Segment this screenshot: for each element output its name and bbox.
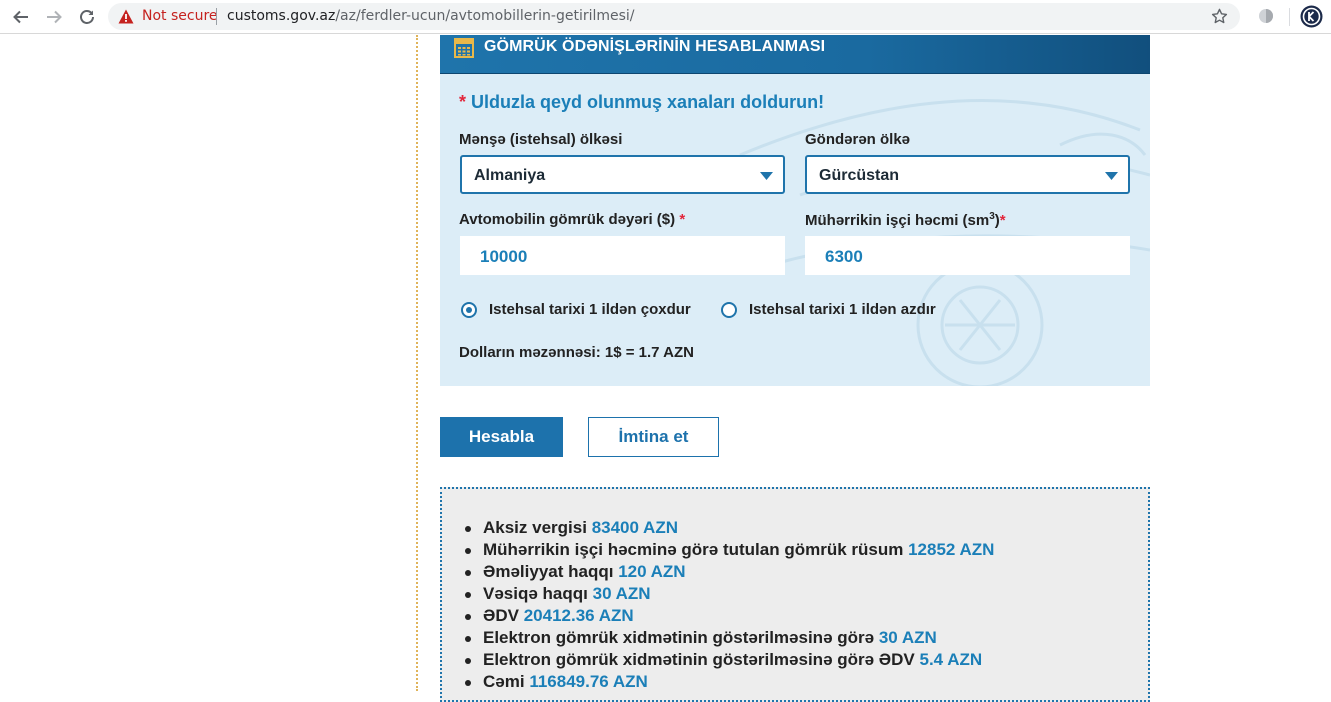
result-item: Vəsiqə haqqı 30 AZN [461, 583, 994, 605]
result-item: Elektron gömrük xidmətinin göstərilməsin… [461, 627, 994, 649]
result-label: Elektron gömrük xidmətinin göstərilməsin… [483, 650, 915, 669]
customs-value-label-text: Avtomobilin gömrük dəyəri ($) [459, 211, 676, 228]
customs-value-label: Avtomobilin gömrük dəyəri ($) * [459, 211, 685, 228]
sender-country-label: Göndərən ölkə [805, 131, 911, 148]
result-amount: 83400 AZN [591, 518, 678, 537]
result-label: ƏDV [483, 606, 519, 625]
bullet-icon [465, 680, 471, 686]
result-label: Aksiz vergisi [483, 518, 587, 537]
sender-country-select[interactable]: Gürcüstan [805, 155, 1130, 194]
panel-header: GÖMRÜK ÖDƏNİŞLƏRİNİN HESABLANMASI [440, 35, 1150, 74]
url-path: /az/ferdler-ucun/avtomobillerin-getirilm… [335, 8, 635, 24]
back-icon[interactable] [9, 5, 33, 29]
profile-avatar-icon[interactable] [1300, 5, 1323, 28]
toolbar-divider [1289, 8, 1290, 26]
result-item: Əməliyyat haqqı 120 AZN [461, 561, 994, 583]
url-divider [216, 8, 217, 25]
result-amount: 20412.36 AZN [523, 606, 634, 625]
chevron-down-icon [1105, 172, 1118, 180]
bookmark-star-icon[interactable] [1211, 8, 1228, 25]
radio-older-than-year-label[interactable]: Istehsal tarixi 1 ildən çoxdur [489, 301, 691, 318]
results-list: Aksiz vergisi 83400 AZN Mühərrikin işçi … [461, 517, 994, 693]
url-text[interactable]: customs.gov.az/az/ferdler-ucun/avtomobil… [227, 8, 635, 24]
calculator-icon [454, 38, 474, 58]
calculate-button[interactable]: Hesabla [440, 417, 563, 457]
bullet-icon [465, 658, 471, 664]
result-amount: 30 AZN [878, 628, 937, 647]
not-secure-label[interactable]: Not secure [142, 8, 218, 24]
extension-icon[interactable] [1258, 8, 1274, 24]
engine-volume-input-value: 6300 [825, 247, 863, 266]
result-amount: 30 AZN [592, 584, 651, 603]
result-amount: 5.4 AZN [919, 650, 983, 669]
result-label: Elektron gömrük xidmətinin göstərilməsin… [483, 628, 875, 647]
engine-volume-input[interactable]: 6300 [805, 236, 1130, 275]
required-note-text: Ulduzla qeyd olunmuş xanaları doldurun! [471, 92, 825, 112]
panel-title: GÖMRÜK ÖDƏNİŞLƏRİNİN HESABLANMASI [484, 38, 826, 55]
radio-newer-than-year[interactable] [721, 302, 737, 318]
result-item: Cəmi 116849.76 AZN [461, 671, 994, 693]
cancel-button[interactable]: İmtina et [588, 417, 719, 457]
url-host: customs.gov.az [227, 8, 336, 24]
required-note: * Ulduzla qeyd olunmuş xanaları doldurun… [459, 92, 824, 113]
result-item: Mühərrikin işçi həcminə görə tutulan göm… [461, 539, 994, 561]
origin-country-label: Mənşə (istehsal) ölkəsi [459, 131, 623, 148]
bullet-icon [465, 636, 471, 642]
warning-icon [118, 9, 134, 24]
result-item: Aksiz vergisi 83400 AZN [461, 517, 994, 539]
bullet-icon [465, 570, 471, 576]
result-item: Elektron gömrük xidmətinin göstərilməsin… [461, 649, 994, 671]
result-label: Vəsiqə haqqı [483, 584, 588, 603]
bullet-icon [465, 592, 471, 598]
radio-newer-than-year-label[interactable]: Istehsal tarixi 1 ildən azdır [749, 301, 936, 318]
radio-older-than-year[interactable] [461, 302, 477, 318]
forward-icon[interactable] [42, 5, 66, 29]
bullet-icon [465, 526, 471, 532]
chevron-down-icon [760, 172, 773, 180]
required-star: * [679, 211, 686, 228]
content-guide-line [416, 35, 418, 691]
bullet-icon [465, 548, 471, 554]
result-item: ƏDV 20412.36 AZN [461, 605, 994, 627]
result-label: Cəmi [483, 672, 525, 691]
required-star: * [459, 92, 467, 112]
result-amount: 12852 AZN [908, 540, 995, 559]
engine-volume-label-text: Mühərrikin işçi həcmi (sm [805, 212, 990, 229]
result-label: Əməliyyat haqqı [483, 562, 614, 581]
bullet-icon [465, 614, 471, 620]
result-amount: 116849.76 AZN [529, 672, 648, 691]
result-amount: 120 AZN [618, 562, 686, 581]
reload-icon[interactable] [75, 5, 99, 29]
address-bar[interactable]: Not secure customs.gov.az/az/ferdler-ucu… [108, 3, 1240, 30]
required-star: * [999, 212, 1006, 229]
result-label: Mühərrikin işçi həcminə görə tutulan göm… [483, 540, 904, 559]
sender-country-value: Gürcüstan [819, 167, 900, 184]
origin-country-select[interactable]: Almaniya [460, 155, 785, 194]
customs-value-input[interactable]: 10000 [460, 236, 785, 275]
calculator-panel: GÖMRÜK ÖDƏNİŞLƏRİNİN HESABLANMASI * Uldu… [440, 35, 1150, 386]
exchange-rate: Dolların məzənnəsi: 1$ = 1.7 AZN [459, 344, 694, 361]
origin-country-value: Almaniya [474, 167, 546, 184]
engine-volume-label: Mühərrikin işçi həcmi (sm3)* [805, 211, 1006, 229]
results-box: Aksiz vergisi 83400 AZN Mühərrikin işçi … [440, 487, 1150, 702]
customs-value-input-value: 10000 [480, 247, 528, 266]
browser-toolbar: Not secure customs.gov.az/az/ferdler-ucu… [0, 0, 1331, 34]
